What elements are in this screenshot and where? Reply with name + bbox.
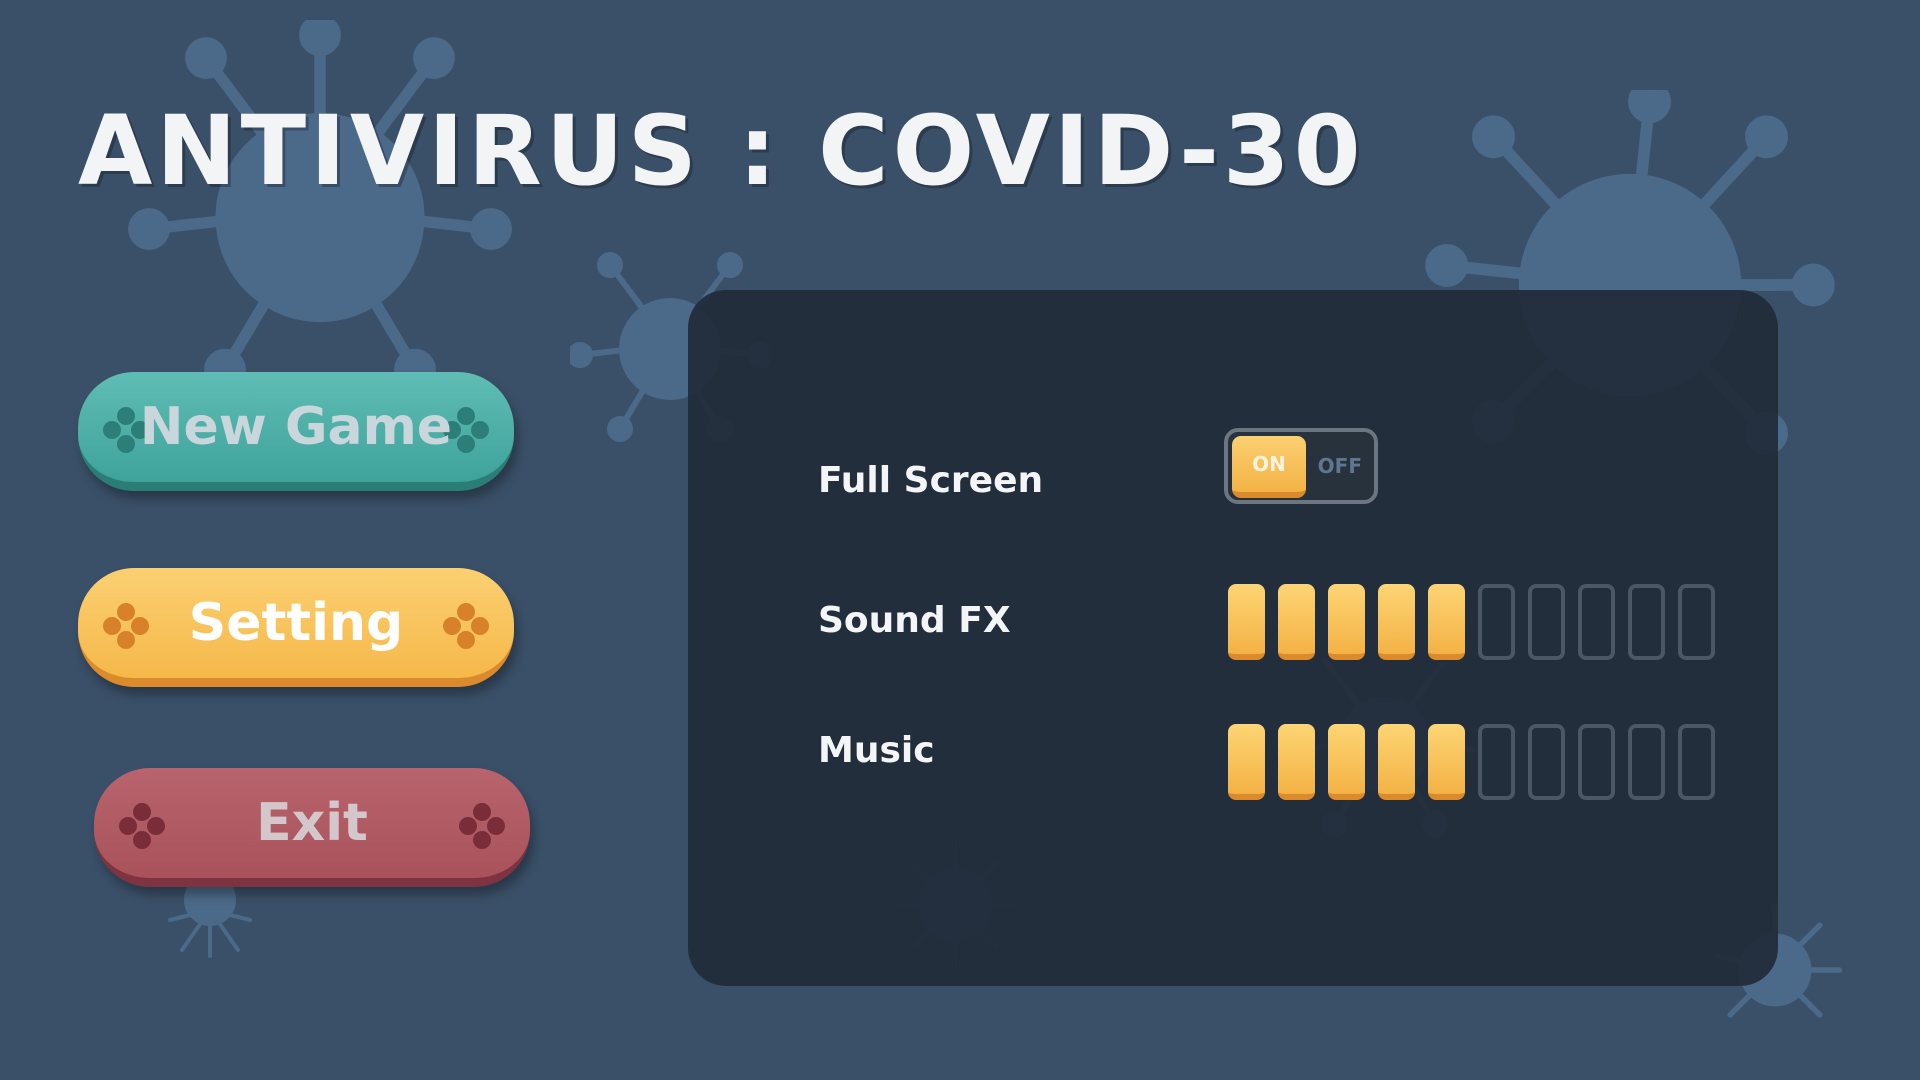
gamepad-icon bbox=[459, 803, 505, 849]
exit-button[interactable]: Exit bbox=[94, 768, 530, 887]
new-game-button[interactable]: New Game bbox=[78, 372, 514, 491]
exit-label: Exit bbox=[256, 793, 368, 853]
gamepad-icon bbox=[443, 603, 489, 649]
new-game-label: New Game bbox=[139, 397, 453, 457]
music-level-segment[interactable] bbox=[1228, 724, 1265, 800]
toggle-on-knob: ON bbox=[1232, 436, 1306, 498]
music-level-segment[interactable] bbox=[1378, 724, 1415, 800]
sound-fx-level-segment[interactable] bbox=[1378, 584, 1415, 660]
sound-fx-level-segment[interactable] bbox=[1478, 584, 1515, 660]
music-level-segment[interactable] bbox=[1428, 724, 1465, 800]
music-level-segment[interactable] bbox=[1278, 724, 1315, 800]
setting-label: Setting bbox=[188, 593, 404, 653]
sound-fx-slider[interactable] bbox=[1228, 584, 1715, 660]
game-title: ANTIVIRUS : COVID-30 bbox=[78, 95, 1365, 207]
gamepad-icon bbox=[119, 803, 165, 849]
sound-fx-level-segment[interactable] bbox=[1528, 584, 1565, 660]
music-level-segment[interactable] bbox=[1478, 724, 1515, 800]
sound-fx-level-segment[interactable] bbox=[1278, 584, 1315, 660]
sound-fx-label: Sound FX bbox=[818, 600, 1011, 641]
music-level-segment[interactable] bbox=[1328, 724, 1365, 800]
sound-fx-level-segment[interactable] bbox=[1678, 584, 1715, 660]
sound-fx-level-segment[interactable] bbox=[1328, 584, 1365, 660]
fullscreen-toggle[interactable]: ON OFF bbox=[1224, 428, 1378, 504]
fullscreen-label: Full Screen bbox=[818, 460, 1044, 501]
toggle-off-label: OFF bbox=[1317, 454, 1362, 478]
music-level-segment[interactable] bbox=[1678, 724, 1715, 800]
music-level-segment[interactable] bbox=[1628, 724, 1665, 800]
sound-fx-level-segment[interactable] bbox=[1428, 584, 1465, 660]
music-slider[interactable] bbox=[1228, 724, 1715, 800]
setting-button[interactable]: Setting bbox=[78, 568, 514, 687]
sound-fx-level-segment[interactable] bbox=[1578, 584, 1615, 660]
music-label: Music bbox=[818, 730, 935, 771]
music-level-segment[interactable] bbox=[1578, 724, 1615, 800]
music-level-segment[interactable] bbox=[1528, 724, 1565, 800]
virus-icon bbox=[128, 20, 512, 391]
sound-fx-level-segment[interactable] bbox=[1228, 584, 1265, 660]
gamepad-icon bbox=[103, 603, 149, 649]
sound-fx-level-segment[interactable] bbox=[1628, 584, 1665, 660]
